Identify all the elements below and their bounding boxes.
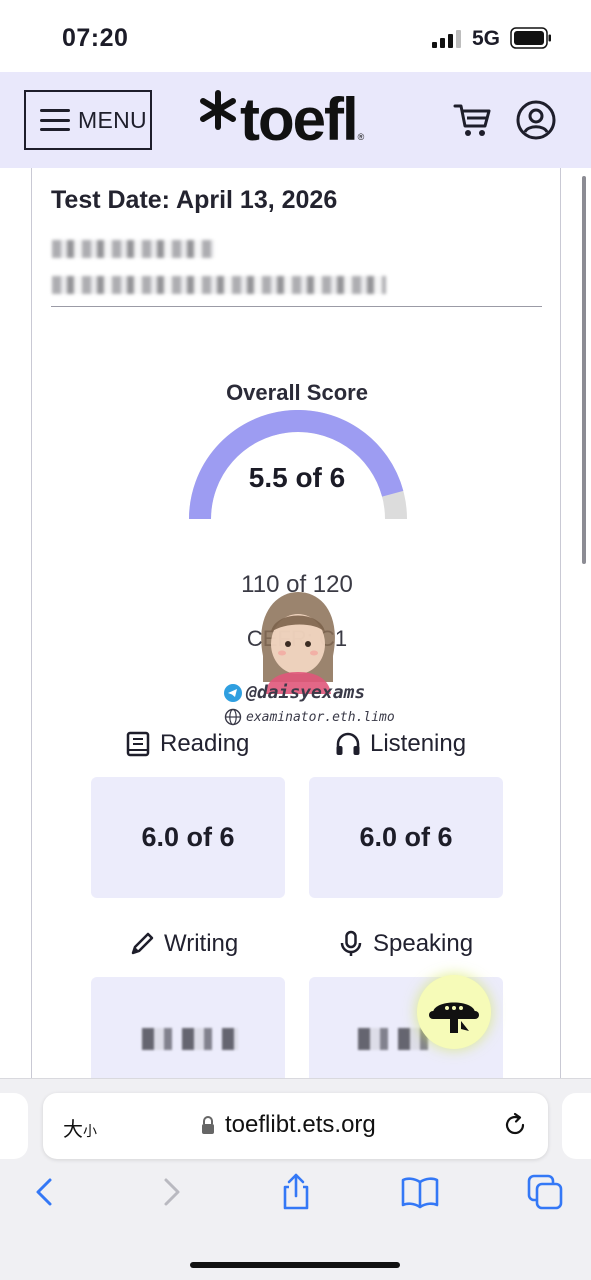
reading-heading: Reading (124, 730, 249, 758)
toefl-logo[interactable]: toefl ® (198, 84, 364, 156)
listening-heading: Listening (334, 730, 466, 758)
watermark-website: examinator.eth.limo (224, 708, 395, 726)
menu-button[interactable]: MENU (24, 90, 152, 150)
listening-score-box: 6.0 of 6 (309, 777, 503, 898)
logo-wordmark: toefl (240, 86, 359, 153)
reading-score: 6.0 of 6 (141, 822, 235, 852)
lock-icon (202, 1116, 214, 1134)
reading-label: Reading (160, 730, 250, 757)
battery-icon (510, 27, 551, 49)
writing-heading: Writing (128, 930, 238, 958)
previous-tab-preview[interactable] (0, 1093, 28, 1159)
home-indicator (190, 1262, 400, 1268)
network-label: 5G (472, 27, 501, 50)
url-text: toeflibt.ets.org (225, 1111, 376, 1138)
pencil-icon (131, 932, 154, 955)
watermark-website-text: examinator.eth.limo (246, 709, 395, 725)
redacted-details (52, 276, 386, 294)
globe-icon (224, 708, 242, 726)
speaking-label: Speaking (373, 930, 474, 957)
chatbot-icon (429, 1002, 479, 1033)
test-date: Test Date: April 13, 2026 (51, 186, 338, 214)
headphones-icon (336, 732, 360, 755)
listening-score: 6.0 of 6 (359, 822, 453, 852)
redacted-name (52, 240, 214, 258)
back-icon[interactable] (24, 1172, 64, 1212)
text-size-small: 小 (83, 1124, 97, 1140)
divider (51, 306, 542, 307)
text-size-large: 大 (63, 1117, 83, 1141)
avatar-sticker-icon (261, 592, 335, 694)
address-bar[interactable]: 大小 toeflibt.ets.org (43, 1093, 548, 1159)
status-time: 07:20 (62, 24, 129, 52)
speaking-heading: Speaking (337, 930, 473, 958)
tabs-icon[interactable] (525, 1172, 565, 1212)
book-icon (126, 731, 150, 757)
overall-score-value: 5.5 of 6 (248, 462, 346, 493)
reload-icon[interactable] (501, 1111, 529, 1139)
telegram-icon (224, 683, 242, 702)
watermark-telegram: @daisyexams (224, 682, 365, 703)
account-icon[interactable] (515, 99, 557, 141)
watermark-telegram-text: @daisyexams (246, 682, 366, 703)
bookmarks-icon[interactable] (400, 1172, 440, 1212)
reading-score-box: 6.0 of 6 (91, 777, 285, 898)
listening-label: Listening (370, 730, 467, 757)
menu-label: MENU (78, 106, 147, 133)
registered-mark: ® (357, 132, 365, 142)
cart-icon[interactable] (452, 100, 492, 140)
overall-score-label: Overall Score (226, 380, 368, 405)
share-icon[interactable] (276, 1172, 316, 1212)
forward-icon[interactable] (152, 1172, 192, 1212)
score-report-card: Test Date: April 13, 2026 Overall Score … (31, 168, 561, 1080)
signal-icon (432, 30, 461, 48)
hamburger-icon (40, 109, 70, 131)
chat-assistant-button[interactable] (417, 975, 491, 1049)
text-size-button[interactable]: 大小 (63, 1113, 97, 1142)
site-header: MENU toefl ® (0, 72, 591, 168)
microphone-icon (340, 930, 362, 956)
writing-label: Writing (164, 930, 239, 957)
status-bar: 07:20 5G (0, 0, 591, 72)
asterisk-logo-icon (200, 90, 236, 130)
page-scrollbar[interactable] (582, 176, 586, 564)
redacted-writing-score (142, 1028, 238, 1050)
next-tab-preview[interactable] (562, 1093, 591, 1159)
